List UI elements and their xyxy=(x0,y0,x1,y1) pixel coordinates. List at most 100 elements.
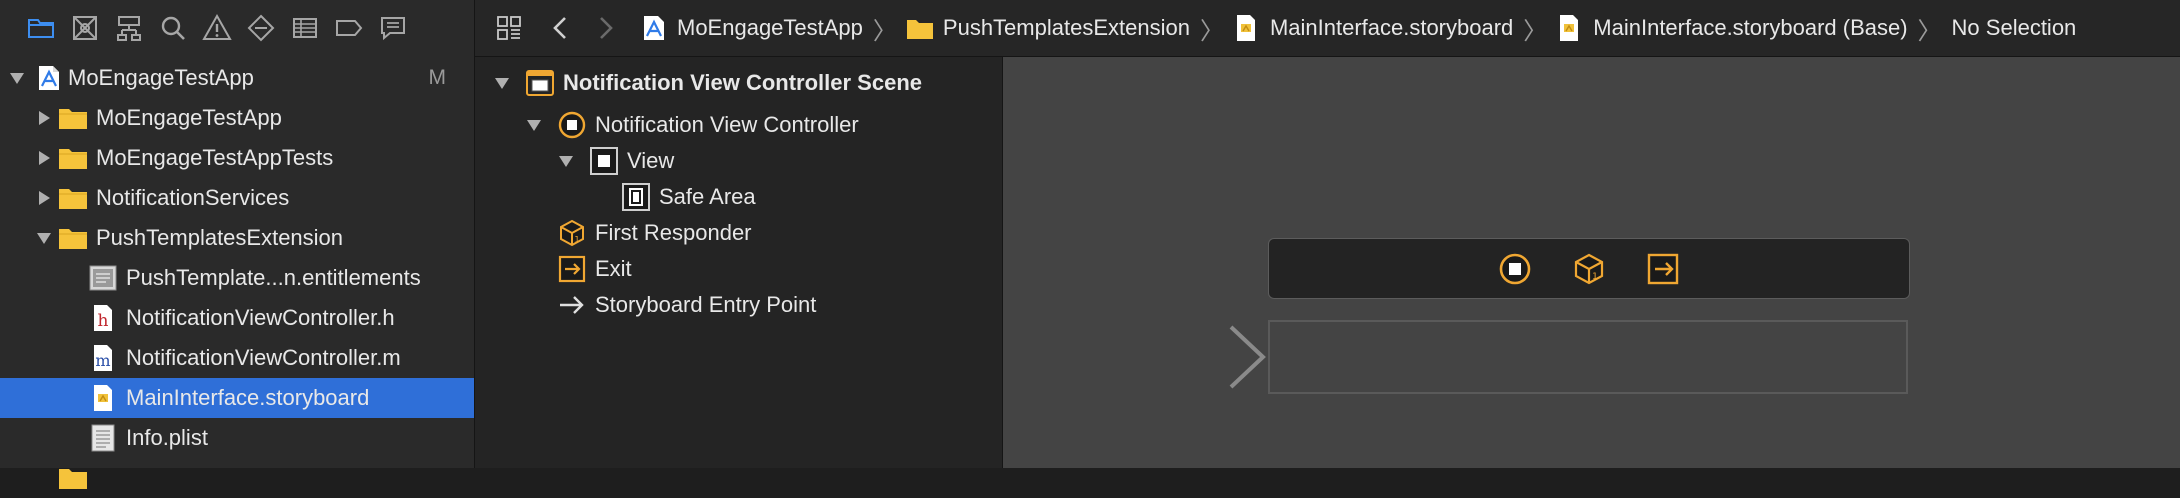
find-navigator-icon[interactable] xyxy=(152,6,194,50)
header-file-icon: h xyxy=(88,304,118,332)
tree-row-folder[interactable]: MoEngageTestAppTests xyxy=(0,138,474,178)
folder-icon xyxy=(58,464,88,492)
view-controller-icon[interactable] xyxy=(1498,252,1532,286)
tree-row-label: NotificationServices xyxy=(96,185,290,210)
outline-row-entry-point[interactable]: Storyboard Entry Point xyxy=(557,287,816,323)
outline-label: Notification View Controller xyxy=(595,112,859,137)
outline-row-view[interactable]: View xyxy=(557,143,674,179)
tree-row-file[interactable]: Info.plist xyxy=(0,418,474,458)
tree-row-label: Info.plist xyxy=(126,425,208,450)
breadcrumb-label: MoEngageTestApp xyxy=(677,15,863,40)
breadcrumb-label: No Selection xyxy=(1951,15,2077,40)
project-navigator: MoEngageTestApp M MoEngageTestApp MoEnga… xyxy=(0,0,475,489)
breakpoint-navigator-icon[interactable] xyxy=(328,6,370,50)
tree-row-project[interactable]: MoEngageTestApp M xyxy=(0,58,474,98)
tree-row-folder[interactable]: MoEngageTestApp xyxy=(0,98,474,138)
tree-row-label: NotificationViewController.h xyxy=(126,305,395,330)
breadcrumb-label: MainInterface.storyboard xyxy=(1269,15,1514,40)
tree-row-partial xyxy=(0,458,474,498)
xcode-project-icon xyxy=(34,64,64,92)
folder-icon xyxy=(58,224,88,252)
storyboard-file-icon xyxy=(1234,14,1260,42)
breadcrumb-localization[interactable]: MainInterface.storyboard (Base) xyxy=(1557,14,1908,42)
storyboard-entry-arrow-icon[interactable] xyxy=(1063,322,1273,392)
storyboard-canvas[interactable]: 1 xyxy=(1003,57,2180,468)
outline-row-safe-area[interactable]: Safe Area xyxy=(621,179,756,215)
tree-row-label: NotificationViewController.m xyxy=(126,345,401,370)
breadcrumb-separator-icon: 〉 xyxy=(1523,17,1548,45)
breadcrumb-file[interactable]: MainInterface.storyboard xyxy=(1234,14,1513,42)
symbol-navigator-icon[interactable] xyxy=(108,6,150,50)
breadcrumb-folder[interactable]: PushTemplatesExtension xyxy=(906,14,1190,42)
svg-text:h: h xyxy=(98,311,109,331)
tree-row-label: PushTemplatesExtension xyxy=(96,225,344,250)
outline-row-exit[interactable]: Exit xyxy=(557,251,632,287)
view-icon xyxy=(589,146,619,176)
tree-row-folder[interactable]: NotificationServices xyxy=(0,178,474,218)
source-control-status-badge: M xyxy=(428,66,447,89)
outline-label: Exit xyxy=(595,256,632,281)
disclosure-closed-icon[interactable] xyxy=(35,189,53,207)
folder-icon xyxy=(58,144,88,172)
outline-label: Storyboard Entry Point xyxy=(595,292,817,317)
jump-bar: MoEngageTestApp 〉 PushTemplatesExtension… xyxy=(475,0,2180,57)
breadcrumb-separator-icon: 〉 xyxy=(872,17,897,45)
disclosure-closed-icon[interactable] xyxy=(35,109,53,127)
tree-row-folder[interactable]: PushTemplatesExtension xyxy=(0,218,474,258)
test-navigator-icon[interactable] xyxy=(240,6,282,50)
entry-arrow-icon xyxy=(557,290,587,320)
objc-file-icon: m xyxy=(88,344,118,372)
navigator-toolbar xyxy=(0,0,474,56)
disclosure-open-icon[interactable] xyxy=(493,74,511,92)
tree-row-label: MoEngageTestApp xyxy=(68,65,254,90)
scene-dock[interactable]: 1 xyxy=(1268,238,1910,299)
outline-label: First Responder xyxy=(595,220,752,245)
outline-label: Notification View Controller Scene xyxy=(563,70,922,95)
tree-row-label: MoEngageTestApp xyxy=(96,105,282,130)
storyboard-file-icon xyxy=(88,384,118,412)
back-chevron-icon[interactable] xyxy=(541,8,581,48)
exit-icon[interactable] xyxy=(1646,252,1680,286)
folder-icon xyxy=(58,184,88,212)
tree-row-label: MainInterface.storyboard xyxy=(126,385,370,410)
tree-row-file[interactable]: PushTemplate...n.entitlements xyxy=(0,258,474,298)
scene-icon xyxy=(525,68,555,98)
disclosure-closed-icon[interactable] xyxy=(35,149,53,167)
breadcrumb-separator-icon: 〉 xyxy=(1199,17,1224,45)
issue-navigator-icon[interactable] xyxy=(196,6,238,50)
disclosure-open-icon[interactable] xyxy=(525,116,543,134)
disclosure-open-icon[interactable] xyxy=(35,229,53,247)
tree-row-file-selected[interactable]: MainInterface.storyboard xyxy=(0,378,474,418)
report-navigator-icon[interactable] xyxy=(372,6,414,50)
project-navigator-icon[interactable] xyxy=(20,6,62,50)
document-outline: Notification View Controller Scene Notif… xyxy=(475,57,1003,468)
folder-icon xyxy=(58,104,88,132)
breadcrumb-label: PushTemplatesExtension xyxy=(942,15,1190,40)
svg-text:1: 1 xyxy=(574,235,579,244)
plist-file-icon xyxy=(88,424,118,452)
disclosure-open-icon[interactable] xyxy=(8,69,26,87)
tree-row-file[interactable]: h NotificationViewController.h xyxy=(0,298,474,338)
exit-icon xyxy=(557,254,587,284)
folder-icon xyxy=(906,14,933,42)
forward-chevron-icon[interactable] xyxy=(585,8,625,48)
related-items-grid-icon[interactable] xyxy=(489,8,529,48)
entitlements-file-icon xyxy=(88,264,118,292)
debug-navigator-icon[interactable] xyxy=(284,6,326,50)
source-control-icon[interactable] xyxy=(64,6,106,50)
view-controller-icon xyxy=(557,110,587,140)
first-responder-icon[interactable]: 1 xyxy=(1572,252,1606,286)
notification-view-frame[interactable] xyxy=(1268,320,1908,394)
outline-row-scene[interactable]: Notification View Controller Scene xyxy=(493,65,922,101)
outline-row-view-controller[interactable]: Notification View Controller xyxy=(525,107,859,143)
outline-row-first-responder[interactable]: 1 First Responder xyxy=(557,215,752,251)
disclosure-open-icon[interactable] xyxy=(557,152,575,170)
breadcrumb-selection[interactable]: No Selection xyxy=(1952,15,2077,41)
tree-row-label: MoEngageTestAppTests xyxy=(96,145,334,170)
tree-row-label: PushTemplate...n.entitlements xyxy=(126,265,421,290)
tree-row-file[interactable]: m NotificationViewController.m xyxy=(0,338,474,378)
breadcrumb-project[interactable]: MoEngageTestApp xyxy=(641,14,863,42)
breadcrumb-separator-icon: 〉 xyxy=(1917,17,1942,45)
first-responder-icon: 1 xyxy=(557,218,587,248)
outline-label: Safe Area xyxy=(659,184,756,209)
